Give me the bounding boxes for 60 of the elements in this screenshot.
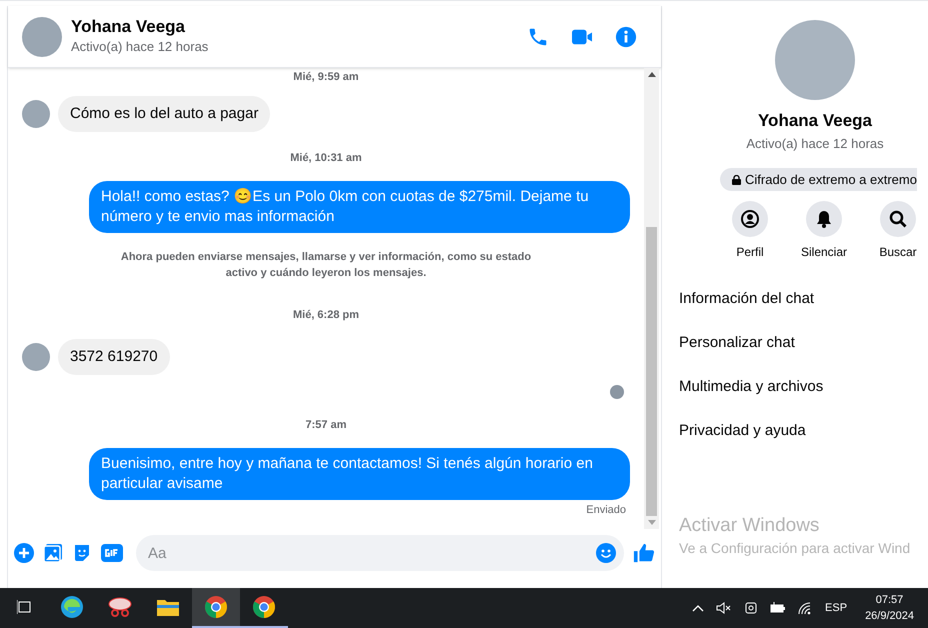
language-indicator[interactable]: ESP xyxy=(825,600,848,616)
info-notice: Ahora pueden enviarse mensajes, llamarse y ver información, como su estado activo y cuándo leyeron los mensajes. xyxy=(120,250,532,281)
task-view-icon xyxy=(17,599,31,615)
browser-icon xyxy=(60,595,84,619)
action-button[interactable] xyxy=(880,201,916,237)
avatar-photo xyxy=(22,342,50,370)
plus-icon[interactable] xyxy=(14,543,34,563)
scroll-up-arrow-icon[interactable] xyxy=(648,72,656,77)
timestamp: Mié, 6:28 pm xyxy=(292,308,360,323)
image-icon[interactable] xyxy=(43,543,63,563)
encryption-badge: Cifrado de extremo a extremo xyxy=(720,168,917,191)
thumbs-up-icon[interactable] xyxy=(633,542,655,564)
activation-title: Activar Windows xyxy=(679,514,820,538)
contact-status: Activo(a) hace 12 horas xyxy=(71,38,208,56)
menu-item[interactable]: Privacidad y ayuda xyxy=(679,419,928,443)
menu-item[interactable]: Multimedia y archivos xyxy=(679,375,928,399)
bell-icon xyxy=(816,210,832,228)
action-label: Silenciar xyxy=(800,244,848,261)
timestamp: Mié, 10:31 am xyxy=(290,150,362,166)
gif-icon[interactable] xyxy=(101,544,123,562)
camera-icon[interactable] xyxy=(744,601,758,615)
wifi-icon[interactable] xyxy=(798,602,814,614)
contact-name: Yohana Veega xyxy=(71,16,186,37)
action-button[interactable] xyxy=(806,201,842,237)
read-receipt-avatar xyxy=(610,384,624,398)
sticker-icon[interactable] xyxy=(72,543,92,563)
person-icon xyxy=(741,210,759,228)
lock-icon xyxy=(732,174,741,184)
battery-icon[interactable] xyxy=(770,602,786,614)
chevron-up-icon[interactable] xyxy=(692,604,704,612)
profile-name: Yohana Veega xyxy=(758,110,872,132)
muted-speaker-icon[interactable] xyxy=(716,601,732,615)
avatar-photo xyxy=(22,16,62,56)
outgoing-message: Buenisimo, entre hoy y mañana te contactamos! Si tenés algún horario en particular avisame xyxy=(89,448,630,500)
taskbar-app-button[interactable] xyxy=(192,588,240,628)
incoming-message: Cómo es lo del auto a pagar xyxy=(58,96,270,132)
action-button[interactable] xyxy=(732,201,768,237)
search-icon xyxy=(889,210,907,228)
clock[interactable]: 07:57 26/9/2024 xyxy=(865,592,914,624)
menu-item[interactable]: Personalizar chat xyxy=(679,331,928,355)
sent-status: Enviado xyxy=(586,503,626,518)
profile-status: Activo(a) hace 12 horas xyxy=(746,134,884,153)
outgoing-message: Hola!! como estas? 😊Es un Polo 0km con cuotas de $275mil. Dejame tu número y te envio mas información xyxy=(89,181,630,233)
avatar-photo xyxy=(22,100,50,128)
message-input[interactable]: Aa xyxy=(136,535,624,571)
emoji-icon[interactable] xyxy=(596,543,616,563)
video-camera-icon[interactable] xyxy=(571,26,593,46)
activation-subtitle: Ve a Configuración para activar Wind xyxy=(679,539,910,558)
scrollbar[interactable] xyxy=(644,68,659,529)
timestamp: 7:57 am xyxy=(306,418,346,432)
browser-icon xyxy=(204,595,228,619)
timestamp: Mié, 9:59 am xyxy=(293,70,359,85)
action-label: Perfil xyxy=(736,244,764,261)
folder-icon xyxy=(156,597,180,617)
menu-item[interactable]: Información del chat xyxy=(679,287,928,311)
browser-icon xyxy=(252,595,276,619)
scissors-icon xyxy=(107,596,133,618)
incoming-message: 3572 619270 xyxy=(58,338,170,374)
info-icon[interactable] xyxy=(615,26,637,48)
action-label: Buscar xyxy=(879,244,917,261)
